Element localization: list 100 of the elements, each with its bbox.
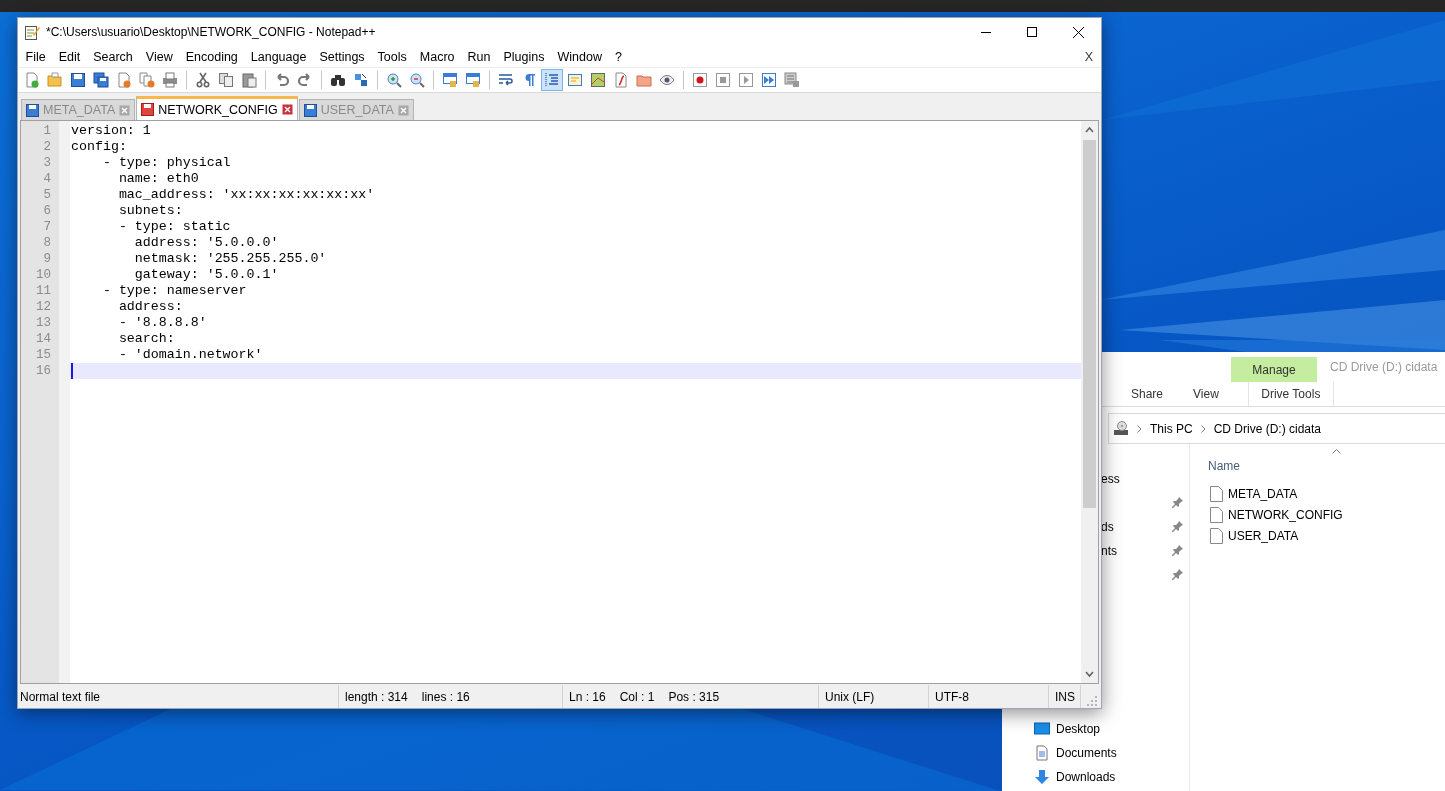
print-icon [162, 72, 178, 88]
code-line: search: [117, 331, 175, 347]
file-name[interactable]: NETWORK_CONFIG [1228, 507, 1343, 522]
code-line: - 'domain.network' [117, 347, 263, 363]
nav-item[interactable]: ess [1101, 472, 1120, 486]
code-line: netmask: '255.255.255.0' [133, 251, 327, 267]
menu-item[interactable]: View [139, 49, 180, 64]
play-icon [738, 72, 754, 88]
nav-item[interactable]: Desktop [1056, 722, 1101, 736]
line-number: 4 [42, 171, 52, 187]
ribbon-tab[interactable]: Share [1131, 387, 1164, 401]
scissors-icon [195, 72, 211, 88]
code-line: subnets: [117, 203, 183, 219]
menu-item[interactable]: ? [608, 49, 629, 64]
column-header[interactable]: Name [1208, 459, 1240, 473]
contextual-tab-group: Manage [1231, 357, 1317, 382]
minimize-icon [981, 31, 991, 33]
copy-icon [218, 72, 234, 88]
document-icon [1034, 745, 1050, 761]
scrollbar-thumb[interactable] [1083, 140, 1096, 508]
ribbon-tab[interactable]: View [1193, 387, 1219, 401]
stop-icon [715, 72, 731, 88]
line-number: 2 [42, 139, 52, 155]
zoom-in-icon [386, 72, 402, 88]
status-text: UTF-8 [935, 689, 969, 704]
menu-item[interactable]: Macro [413, 49, 462, 64]
nav-item[interactable]: ds [1101, 520, 1114, 534]
close-all-icon [139, 72, 155, 88]
pin-icon [1172, 496, 1184, 508]
pin-icon [1172, 520, 1184, 532]
menu-item[interactable]: Edit [52, 49, 87, 64]
menu-item[interactable]: Encoding [179, 49, 245, 64]
address-bar[interactable]: This PC CD Drive (D:) cidata [1108, 413, 1445, 444]
save-icon [70, 72, 86, 88]
line-number: 14 [35, 331, 52, 347]
nav-item[interactable]: Documents [1056, 746, 1117, 760]
code-line: - '8.8.8.8' [117, 315, 207, 331]
status-text: lines : 16 [421, 689, 470, 704]
breadcrumb[interactable]: CD Drive (D:) cidata [1213, 421, 1322, 436]
code-line: name: eth0 [117, 171, 199, 187]
line-number: 16 [35, 363, 52, 379]
close-icon [1072, 26, 1084, 38]
line-number: 12 [35, 299, 52, 315]
paste-icon [241, 72, 257, 88]
drive-icon [1113, 420, 1129, 437]
code-line: config: [71, 139, 127, 155]
line-number: 15 [35, 347, 52, 363]
download-arrow-icon [1034, 769, 1050, 785]
file-tab[interactable]: NETWORK_CONFIG [136, 96, 298, 120]
line-number: 13 [35, 315, 52, 331]
file-name[interactable]: USER_DATA [1228, 528, 1299, 543]
zoom-out-icon [409, 72, 425, 88]
tab-close-icon [397, 104, 409, 116]
undo-icon [274, 72, 290, 88]
menu-item[interactable]: Search [86, 49, 140, 64]
menu-item[interactable]: Settings [312, 49, 372, 64]
toolbar-button[interactable] [90, 69, 112, 91]
chevron-icon [1137, 424, 1142, 433]
fast-forward-icon [761, 72, 777, 88]
code-line: gateway: '5.0.0.1' [133, 267, 279, 283]
file-icon [1210, 485, 1223, 502]
menu-item[interactable]: Run [461, 49, 497, 64]
menu-item[interactable]: Tools [371, 49, 414, 64]
window-title: *C:\Users\usuario\Desktop\NETWORK_CONFIG - Notepad++ [46, 25, 377, 39]
line-number: 1 [42, 123, 52, 139]
breadcrumb[interactable]: This PC [1150, 421, 1193, 436]
file-icon [1210, 527, 1223, 544]
code-line: mac_address: 'xx:xx:xx:xx:xx:xx' [117, 187, 375, 203]
word-wrap-icon [498, 72, 514, 88]
save-all-icon [93, 72, 109, 88]
pin-icon [1172, 568, 1184, 580]
nav-item[interactable]: nts [1101, 544, 1117, 558]
map-icon [590, 72, 606, 88]
file-name[interactable]: META_DATA [1228, 486, 1298, 501]
open-folder-icon [47, 72, 63, 88]
notepad-icon [24, 24, 40, 40]
code-line: - type: static [117, 219, 231, 235]
nav-item[interactable]: Downloads [1056, 770, 1116, 784]
pin-icon [1172, 544, 1184, 556]
resize-grip-icon[interactable] [1087, 695, 1097, 706]
window-title: CD Drive (D:) cidata [1330, 360, 1438, 374]
chevron-icon [1200, 424, 1206, 433]
line-number: 8 [42, 235, 52, 251]
file-icon [1210, 506, 1223, 523]
menu-item[interactable]: File [19, 49, 53, 64]
menu-item[interactable]: Language [244, 49, 313, 64]
indent-guide-icon [544, 72, 560, 88]
redo-icon [297, 72, 313, 88]
status-text: Pos : 315 [668, 689, 720, 704]
menu-item[interactable]: Window [550, 49, 609, 64]
line-number: 9 [42, 251, 52, 267]
menu-item[interactable]: Plugins [496, 49, 551, 64]
desktop-icon [1034, 721, 1050, 737]
function-list-icon [613, 72, 629, 88]
status-text: Ln : 16 [569, 689, 606, 704]
code-line: address: '5.0.0.0' [133, 235, 279, 251]
tab-close-icon [281, 104, 293, 115]
binoculars-icon [330, 72, 346, 88]
close-document-button[interactable]: X [1082, 49, 1095, 64]
new-file-icon [24, 72, 40, 88]
